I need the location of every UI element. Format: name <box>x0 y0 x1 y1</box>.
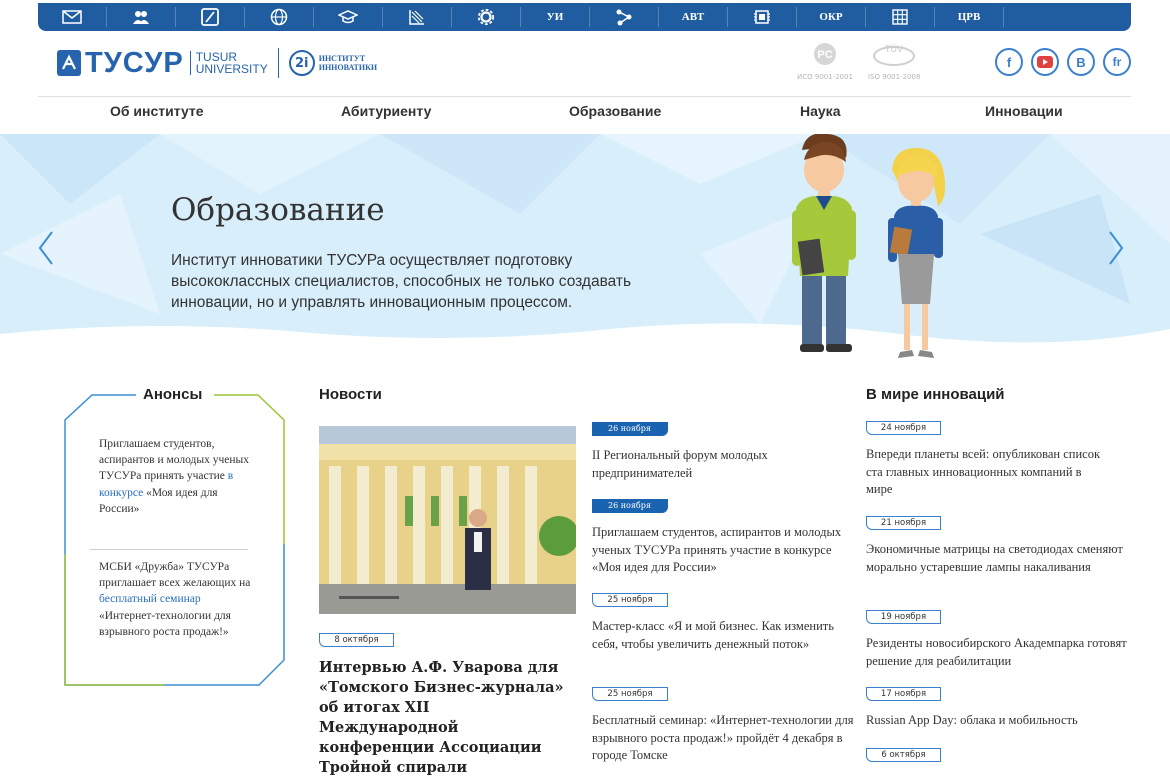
nav-applicants[interactable]: Абитуриенту <box>341 103 431 119</box>
logo-divider <box>277 48 279 78</box>
chip-icon[interactable] <box>728 3 796 31</box>
world-item-link[interactable]: Резиденты новосибирского Академпарка гот… <box>866 635 1128 670</box>
svg-text:TÜV: TÜV <box>885 44 903 54</box>
globe-icon[interactable] <box>245 3 313 31</box>
crv-link[interactable]: ЦРВ <box>935 3 1003 31</box>
news-item-link[interactable]: Бесплатный семинар: «Интернет-технологии… <box>592 712 854 765</box>
youtube-icon[interactable] <box>1031 48 1059 76</box>
chevron-left-icon[interactable] <box>36 230 56 266</box>
gear-icon[interactable] <box>452 3 520 31</box>
youtube-play-icon <box>1037 56 1053 68</box>
news-featured-title[interactable]: Интервью А.Ф. Уварова для «Томского Бизн… <box>319 658 569 778</box>
announcement-link[interactable]: бесплатный семинар <box>99 593 201 605</box>
friendfeed-icon[interactable]: fr <box>1103 48 1131 76</box>
world-item-link[interactable]: Russian App Day: облака и мобильность <box>866 712 1128 730</box>
news-item-link[interactable]: Приглашаем студентов, аспирантов и молод… <box>592 524 854 577</box>
man-illustration <box>792 134 856 352</box>
world-innovations-title: В мире инноваций <box>866 386 1005 403</box>
hero-description: Институт инноватики ТУСУРа осуществляет … <box>171 252 632 311</box>
network-icon[interactable] <box>590 3 658 31</box>
header-divider <box>38 96 1131 97</box>
news-date-badge: 25 ноября <box>592 687 668 701</box>
news-featured-photo[interactable] <box>319 426 576 614</box>
grid-icon[interactable] <box>866 3 934 31</box>
nav-innovations[interactable]: Инновации <box>985 103 1063 119</box>
news-date-badge: 25 ноября <box>592 593 668 607</box>
book-icon[interactable] <box>176 3 244 31</box>
news-date-badge: 26 ноября <box>592 422 668 436</box>
tusur-logo-icon <box>57 50 81 76</box>
announcement-text: Приглашаем студентов, аспирантов и молод… <box>99 438 249 483</box>
announcement-text: «Интернет-технологии для взрывного роста… <box>99 609 231 638</box>
facebook-icon[interactable]: f <box>995 48 1023 76</box>
logo-english: TUSUR UNIVERSITY <box>189 51 268 76</box>
announcements-title: Анонсы <box>143 386 203 403</box>
cert2-label: ISO 9001-2008 <box>868 73 921 81</box>
rs-cert-icon: PC <box>814 43 836 65</box>
world-date-badge: 19 ноября <box>866 610 941 624</box>
logo-en-line2: UNIVERSITY <box>195 62 268 76</box>
news-date-badge: 26 ноября <box>592 499 668 513</box>
institute-line2: ИННОВАТИКИ <box>318 63 378 72</box>
okr-link[interactable]: ОКР <box>797 3 865 31</box>
chart-icon[interactable] <box>383 3 451 31</box>
world-date-badge: 21 ноября <box>866 516 941 530</box>
news-item-link[interactable]: II Региональный форум молодых предприним… <box>592 447 822 482</box>
world-date-badge: 17 ноября <box>866 687 941 701</box>
avt-link[interactable]: АВТ <box>659 3 727 31</box>
announcement-divider <box>90 549 248 550</box>
hero-title: Образование <box>171 192 385 228</box>
mail-icon[interactable] <box>38 3 106 31</box>
svg-text:PC: PC <box>817 49 832 61</box>
news-photo-image <box>319 426 576 614</box>
world-item-link[interactable]: Впереди планеты всей: опубликован список… <box>866 446 1106 499</box>
news-featured-date: 8 октября <box>319 633 394 647</box>
hero-slider: Образование Институт инноватики ТУСУРа о… <box>0 134 1170 360</box>
world-date-badge: 24 ноября <box>866 421 941 435</box>
institute-line1: ИНСТИТУТ <box>318 54 366 63</box>
logo-wordmark: ТУСУР <box>85 47 184 79</box>
woman-illustration <box>888 148 946 358</box>
vkontakte-icon[interactable]: В <box>1067 48 1095 76</box>
announcement-item: МСБИ «Дружба» ТУСУРа приглашает всех жел… <box>99 559 251 640</box>
cert1-label: ИСО 9001-2001 <box>797 73 854 81</box>
tuv-cert-icon: TÜV <box>873 44 916 66</box>
ui-link[interactable]: УИ <box>521 3 589 31</box>
top-icon-bar: УИ АВТ ОКР ЦРВ <box>38 3 1131 31</box>
certificate-tuv: TÜV ISO 9001-2008 <box>868 42 920 81</box>
world-item-link[interactable]: Экономичные матрицы на светодиодах сменя… <box>866 541 1128 576</box>
hero-background <box>0 134 1170 360</box>
news-item-link[interactable]: Мастер-класс «Я и мой бизнес. Как измени… <box>592 618 854 653</box>
announcement-text: МСБИ «Дружба» ТУСУРа приглашает всех жел… <box>99 561 251 590</box>
institute-name: ИНСТИТУТ ИННОВАТИКИ <box>319 54 377 72</box>
site-logo[interactable]: ТУСУР TUSUR UNIVERSITY 2i ИНСТИТУТ ИННОВ… <box>57 48 377 78</box>
certificate-rs: PC ИСО 9001-2001 <box>797 42 853 81</box>
nav-about[interactable]: Об институте <box>110 103 204 119</box>
graduation-cap-icon[interactable] <box>314 3 382 31</box>
announcement-item: Приглашаем студентов, аспирантов и молод… <box>99 436 251 517</box>
divider <box>1003 7 1004 27</box>
chevron-right-icon[interactable] <box>1106 230 1126 266</box>
people-icon[interactable] <box>107 3 175 31</box>
news-title: Новости <box>319 386 382 403</box>
nav-education[interactable]: Образование <box>569 103 661 119</box>
nav-science[interactable]: Наука <box>800 103 840 119</box>
world-date-badge: 6 октября <box>866 748 941 762</box>
institute-badge: 2i <box>288 50 315 76</box>
